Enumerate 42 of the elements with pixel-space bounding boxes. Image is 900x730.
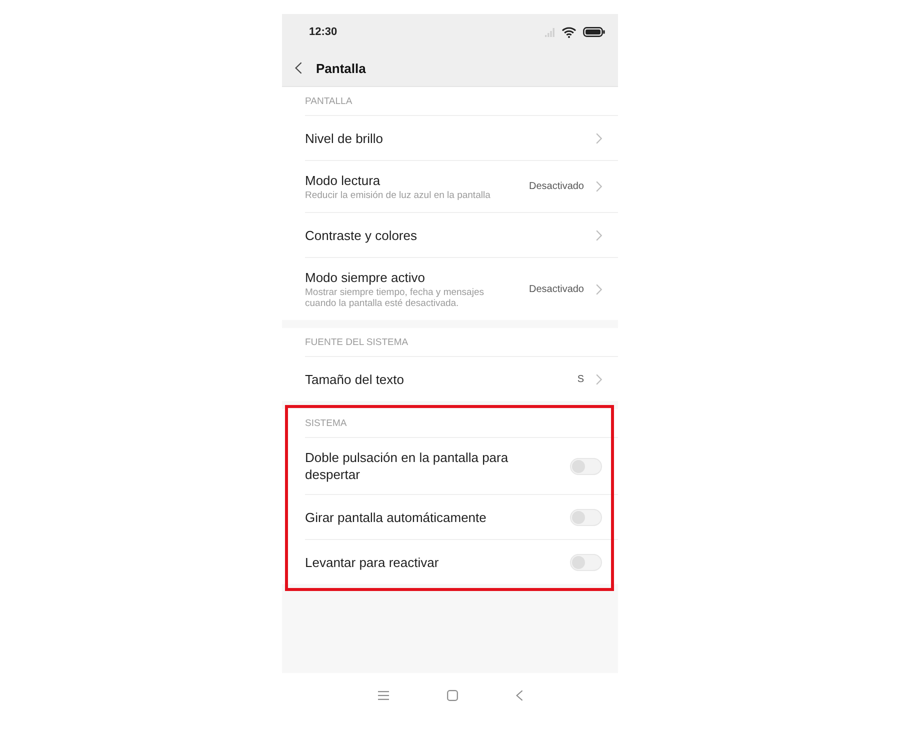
settings-row[interactable]: Nivel de brillo	[305, 115, 618, 160]
toggle-switch[interactable]	[570, 554, 602, 570]
row-value: S	[577, 374, 584, 384]
settings-row[interactable]: Tamaño del texto S	[305, 356, 618, 401]
toggle-switch[interactable]	[570, 508, 602, 526]
row-title: Contraste y colores	[305, 226, 417, 244]
screen-title: Pantalla	[316, 60, 366, 76]
chevron-right-icon	[596, 374, 602, 384]
back-button[interactable]	[295, 62, 302, 74]
row-title: Tamaño del texto	[305, 370, 404, 388]
row-value: Desactivado	[528, 284, 584, 294]
row-title: Levantar para reactivar	[305, 554, 439, 570]
chevron-right-icon	[596, 181, 602, 192]
menu-icon[interactable]	[378, 690, 388, 700]
section-header: PANTALLA	[304, 95, 354, 109]
row-description: Mostrar siempre tiempo, fecha y mensajes cuando la pantalla esté desactivada.	[305, 287, 485, 309]
section-header: FUENTE DEL SISTEMA	[304, 336, 410, 350]
rounded-square-icon[interactable]	[446, 690, 458, 700]
toggle-switch[interactable]	[570, 458, 602, 474]
chevron-left-icon	[295, 62, 302, 74]
chevron-right-icon	[596, 132, 602, 144]
settings-row[interactable]: Modo siempre activo Mostrar siempre tiempo, fecha y mensajes cuando la pantalla esté desactivada. Desactivado	[305, 257, 618, 320]
row-title: Modo siempre activo	[305, 269, 425, 286]
section-header: SISTEMA	[304, 417, 348, 431]
settings-row[interactable]: Modo lectura Reducir la emisión de luz azul en la pantalla Desactivado	[305, 160, 618, 212]
row-title: Modo lectura	[305, 172, 380, 189]
settings-row[interactable]: Doble pulsación en la pantalla para despertar	[305, 437, 618, 494]
wifi-icon	[562, 26, 576, 38]
row-title: Doble pulsación en la pantalla para despertar	[305, 449, 510, 483]
battery-icon	[583, 27, 605, 37]
settings-row[interactable]: Levantar para reactivar	[305, 539, 618, 584]
row-title: Nivel de brillo	[305, 130, 384, 146]
row-value: Desactivado	[528, 181, 584, 192]
row-description: Reducir la emisión de luz azul en la pantalla	[305, 190, 490, 201]
settings-row[interactable]: Girar pantalla automáticamente	[305, 494, 618, 539]
chevron-right-icon	[596, 284, 602, 294]
settings-row[interactable]: Contraste y colores	[305, 212, 618, 257]
chevron-right-icon	[596, 230, 602, 240]
chevron-left-icon[interactable]	[516, 690, 522, 700]
signal-bars-icon	[545, 28, 555, 36]
status-time: 12:30	[309, 26, 338, 38]
row-title: Girar pantalla automáticamente	[305, 508, 486, 526]
